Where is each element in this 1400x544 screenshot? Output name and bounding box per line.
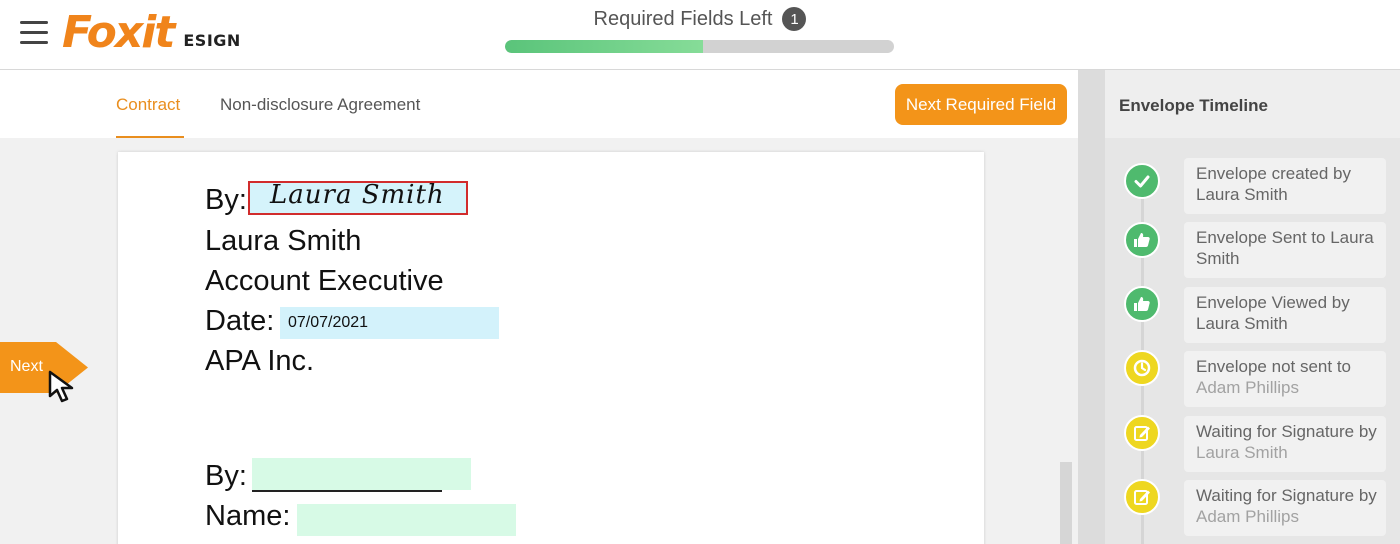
- next-required-field-button[interactable]: Next Required Field: [895, 84, 1067, 125]
- tab-contract[interactable]: Contract: [116, 70, 184, 138]
- signature-blank-line: [252, 490, 442, 492]
- required-fields-indicator: Required Fields Left 1: [505, 6, 895, 53]
- by-label: By:: [205, 184, 247, 216]
- timeline-event-1: Envelope created by Laura Smith: [1184, 158, 1386, 214]
- event-line-1: Envelope Viewed by: [1196, 293, 1350, 312]
- logo-wordmark: Foxit: [62, 7, 175, 58]
- document-page: By: Laura Smith Laura Smith Account Exec…: [118, 152, 984, 544]
- signature-text: Laura Smith: [270, 180, 445, 210]
- date-label: Date:: [205, 305, 275, 337]
- document-area: Contract Non-disclosure Agreement Next R…: [0, 70, 1078, 544]
- signer-name: Laura Smith: [205, 225, 362, 257]
- event-line-1: Envelope not sent to: [1196, 357, 1352, 376]
- timeline-event-6: Waiting for Signature by Adam Phillips: [1184, 480, 1386, 536]
- event-line-2: Laura Smith: [1196, 314, 1288, 333]
- name-label: Name:: [205, 500, 291, 532]
- next-tag-label: Next: [10, 358, 43, 375]
- mouse-pointer-icon: [48, 370, 74, 403]
- logo-subtitle: ESIGN: [183, 31, 241, 50]
- required-fields-label: Required Fields Left: [593, 7, 773, 30]
- foxit-esign-logo: Foxit ESIGN: [62, 8, 241, 56]
- hamburger-menu-icon[interactable]: [20, 21, 48, 45]
- signature-field[interactable]: Laura Smith: [248, 180, 468, 215]
- top-header: Foxit ESIGN Required Fields Left 1: [0, 0, 1400, 70]
- event-line-1: Waiting for Signature by: [1196, 486, 1377, 505]
- event-line-2: Laura Smith: [1196, 185, 1288, 204]
- app-root: Foxit ESIGN Required Fields Left 1 Contr…: [0, 0, 1400, 544]
- document-tabs: Contract Non-disclosure Agreement Next R…: [0, 70, 1078, 138]
- timeline-title: Envelope Timeline: [1119, 96, 1268, 115]
- event-line-1: Waiting for Signature by: [1196, 422, 1377, 441]
- name-field[interactable]: [297, 504, 516, 536]
- timeline-header: Envelope Timeline: [1105, 70, 1400, 138]
- timeline-event-3: Envelope Viewed by Laura Smith: [1184, 287, 1386, 343]
- check-icon: [1124, 163, 1160, 199]
- event-line-1: Envelope Sent to Laura: [1196, 228, 1374, 247]
- required-fields-progress-bar: [505, 40, 894, 53]
- by-label-2: By:: [205, 460, 247, 492]
- timeline-event-4: Envelope not sent to Adam Phillips: [1184, 351, 1386, 407]
- event-line-2: Adam Phillips: [1196, 378, 1299, 397]
- date-field[interactable]: 07/07/2021: [280, 307, 499, 339]
- edit-icon: [1124, 479, 1160, 515]
- company-name: APA Inc.: [205, 345, 315, 377]
- clock-icon: [1124, 350, 1160, 386]
- progress-bar-fill: [505, 40, 704, 53]
- thumbs-up-icon: [1124, 286, 1160, 322]
- event-line-2: Laura Smith: [1196, 443, 1288, 462]
- timeline-event-5: Waiting for Signature by Laura Smith: [1184, 416, 1386, 472]
- event-line-2: Smith: [1196, 249, 1240, 268]
- required-fields-count-badge: 1: [782, 7, 807, 31]
- edit-icon: [1124, 415, 1160, 451]
- event-line-1: Envelope created by: [1196, 164, 1351, 183]
- signature-field-2[interactable]: [252, 458, 471, 490]
- event-line-2: Adam Phillips: [1196, 507, 1299, 526]
- signer-title: Account Executive: [205, 265, 444, 297]
- document-scrollbar[interactable]: [1060, 462, 1072, 544]
- timeline-event-2: Envelope Sent to Laura Smith: [1184, 222, 1386, 278]
- tab-non-disclosure-agreement[interactable]: Non-disclosure Agreement: [220, 70, 420, 138]
- panel-divider: [1078, 70, 1105, 544]
- thumbs-up-icon: [1124, 222, 1160, 258]
